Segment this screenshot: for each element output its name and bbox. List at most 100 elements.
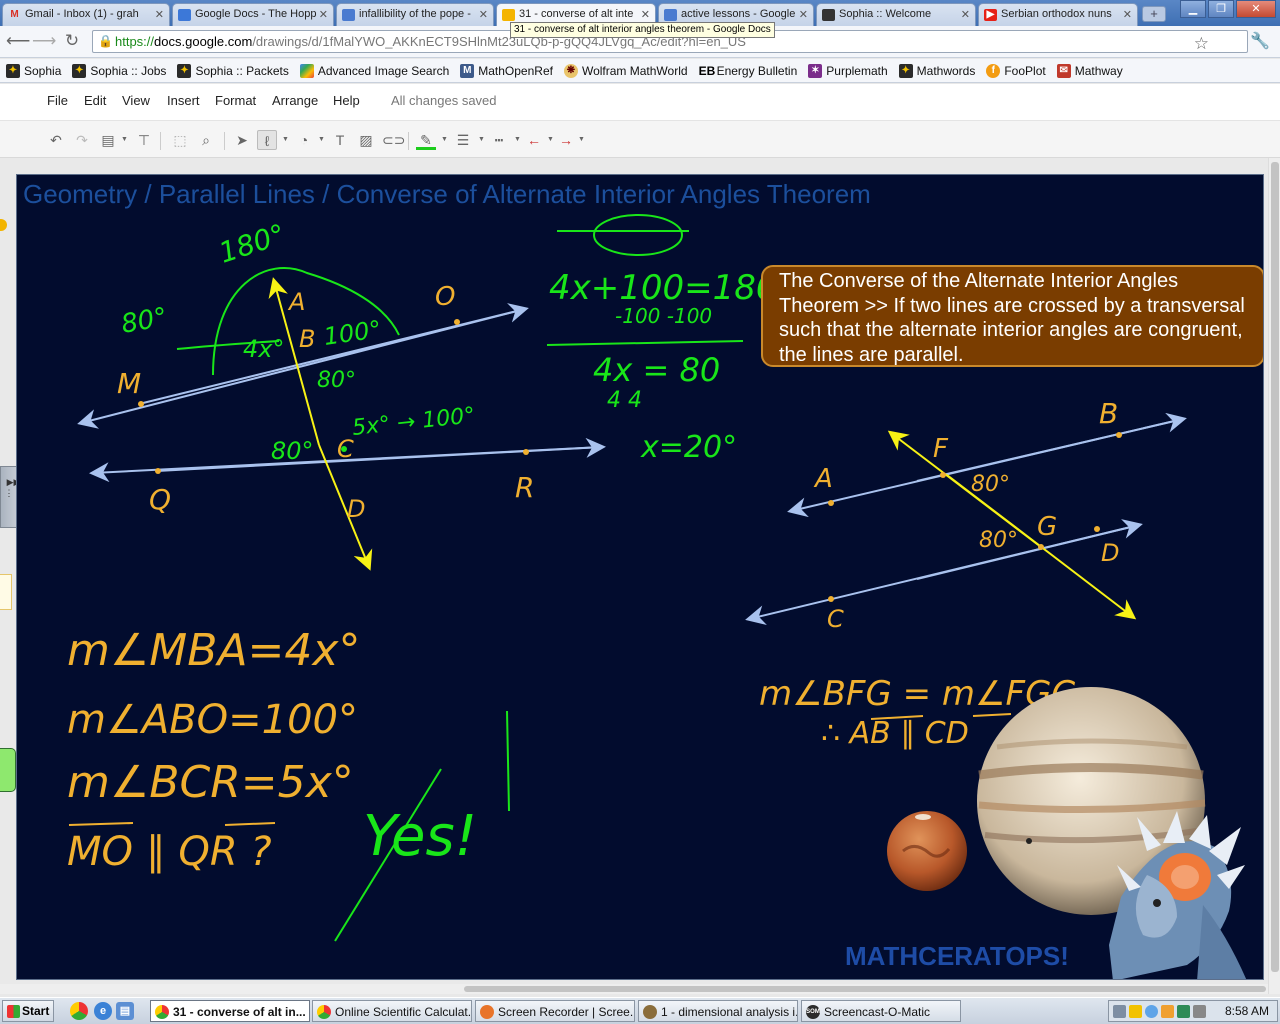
line-weight-icon[interactable]: ☰ bbox=[453, 130, 473, 150]
mathwords-icon: ✦ bbox=[898, 63, 913, 78]
lock-icon: 🔒 bbox=[98, 34, 113, 48]
tray-notes-icon[interactable] bbox=[1129, 1005, 1142, 1018]
undo-icon[interactable]: ↶ bbox=[46, 130, 66, 150]
minimize-icon[interactable]: ▁ bbox=[1180, 0, 1206, 18]
point-d-dot bbox=[1094, 526, 1100, 532]
offscreen-shape[interactable] bbox=[0, 574, 12, 610]
menu-help[interactable]: Help bbox=[333, 93, 360, 108]
taskbar-item-calculator[interactable]: Online Scientific Calculat... bbox=[312, 1000, 472, 1022]
ie-quicklaunch-icon[interactable]: e bbox=[94, 1002, 112, 1020]
tab-close-icon[interactable]: ✕ bbox=[799, 8, 808, 21]
shape-dropdown-icon[interactable]: ▼ bbox=[318, 136, 325, 143]
close-window-icon[interactable]: ✕ bbox=[1236, 0, 1276, 18]
line-start-dropdown-icon[interactable]: ▼ bbox=[547, 136, 554, 143]
google-icon bbox=[299, 63, 314, 78]
taskbar-item-screencast[interactable]: SOM Screencast-O-Matic bbox=[801, 1000, 961, 1022]
back-icon[interactable]: ⟵ bbox=[6, 31, 30, 51]
zoom-fit-icon[interactable]: ⬚ bbox=[170, 130, 190, 150]
tray-network-icon[interactable] bbox=[1113, 1005, 1126, 1018]
select-icon[interactable]: ➤ bbox=[232, 130, 252, 150]
label-point-m: M bbox=[117, 367, 141, 400]
textbox-icon[interactable]: T bbox=[330, 130, 350, 150]
drawing-slide[interactable]: Geometry / Parallel Lines / Converse of … bbox=[16, 174, 1264, 980]
paste-dropdown-icon[interactable]: ▼ bbox=[121, 136, 128, 143]
menu-arrange[interactable]: Arrange bbox=[272, 93, 318, 108]
label-4x: 4x° bbox=[243, 335, 284, 363]
bookmark-purplemath[interactable]: ✶ Purplemath bbox=[808, 63, 888, 78]
link-icon[interactable]: ⊂⊃ bbox=[382, 130, 405, 150]
line-dash-icon[interactable]: ┅ bbox=[489, 130, 509, 150]
theorem-callout[interactable]: The Converse of the Alternate Interior A… bbox=[761, 265, 1263, 367]
offscreen-shape[interactable] bbox=[0, 748, 16, 792]
line-color-dropdown-icon[interactable]: ▼ bbox=[441, 136, 448, 143]
bookmark-energy-bulletin[interactable]: EB Energy Bulletin bbox=[699, 64, 798, 78]
bookmark-advanced-image-search[interactable]: Advanced Image Search bbox=[299, 63, 449, 78]
tab-close-icon[interactable]: ✕ bbox=[319, 8, 328, 21]
scroll-thumb[interactable] bbox=[464, 986, 1266, 992]
shape-icon[interactable]: ◔ bbox=[294, 130, 314, 150]
tab-infallibility[interactable]: infallibility of the pope - ✕ bbox=[336, 3, 494, 26]
forward-icon[interactable]: ⟶ bbox=[32, 31, 56, 51]
bookmarks-bar: ✦ Sophia ✦ Sophia :: Jobs ✦ Sophia :: Packe… bbox=[0, 59, 1280, 83]
horizontal-scrollbar[interactable] bbox=[0, 984, 1268, 994]
tab-close-icon[interactable]: ✕ bbox=[641, 8, 650, 21]
line-dash-dropdown-icon[interactable]: ▼ bbox=[514, 136, 521, 143]
bookmark-wolfram-mathworld[interactable]: ❋ Wolfram MathWorld bbox=[563, 63, 688, 78]
reload-icon[interactable]: ↻ bbox=[62, 31, 82, 51]
tab-label: Serbian orthodox nuns bbox=[1001, 8, 1112, 20]
tray-security-icon[interactable] bbox=[1161, 1005, 1174, 1018]
bookmark-sophia-jobs[interactable]: ✦ Sophia :: Jobs bbox=[72, 63, 166, 78]
bookmark-mathopenref[interactable]: M MathOpenRef bbox=[460, 63, 553, 78]
tab-gmail[interactable]: M Gmail - Inbox (1) - grah ✕ bbox=[2, 3, 170, 26]
bookmark-mathwords[interactable]: ✦ Mathwords bbox=[898, 63, 975, 78]
tray-status-icon[interactable] bbox=[1145, 1005, 1158, 1018]
image-icon[interactable]: ▨ bbox=[356, 130, 376, 150]
purplemath-icon: ✶ bbox=[808, 63, 823, 78]
tab-close-icon[interactable]: ✕ bbox=[155, 8, 164, 21]
zoom-icon[interactable]: ⌕ bbox=[196, 130, 216, 150]
menu-insert[interactable]: Insert bbox=[167, 93, 200, 108]
line-weight-dropdown-icon[interactable]: ▼ bbox=[478, 136, 485, 143]
bookmark-sophia[interactable]: ✦ Sophia bbox=[6, 63, 61, 78]
scroll-thumb[interactable] bbox=[1271, 162, 1279, 972]
label-r-b: B bbox=[1099, 397, 1118, 430]
taskbar-item-screen-recorder[interactable]: Screen Recorder | Scree... bbox=[475, 1000, 635, 1022]
tab-serbian-nuns[interactable]: ▶ Serbian orthodox nuns ✕ bbox=[978, 3, 1138, 26]
paste-icon[interactable]: ▤ bbox=[98, 130, 118, 150]
line-end-dropdown-icon[interactable]: ▼ bbox=[578, 136, 585, 143]
desktop-quicklaunch-icon[interactable]: ▤ bbox=[116, 1002, 134, 1020]
tab-close-icon[interactable]: ✕ bbox=[961, 8, 970, 21]
tab-close-icon[interactable]: ✕ bbox=[1123, 8, 1132, 21]
restore-icon[interactable]: ❐ bbox=[1208, 0, 1234, 18]
bookmark-mathway[interactable]: ✉ Mathway bbox=[1056, 63, 1123, 78]
line-icon[interactable]: ℓ bbox=[257, 130, 277, 150]
tab-sophia-welcome[interactable]: Sophia :: Welcome ✕ bbox=[816, 3, 976, 26]
menu-file[interactable]: File bbox=[47, 93, 68, 108]
paint-format-icon[interactable]: ⊤ bbox=[134, 130, 154, 150]
tab-google-docs[interactable]: Google Docs - The Hopp ✕ bbox=[172, 3, 334, 26]
bookmark-sophia-packets[interactable]: ✦ Sophia :: Packets bbox=[177, 63, 289, 78]
start-button[interactable]: Start bbox=[2, 1000, 54, 1022]
menu-edit[interactable]: Edit bbox=[84, 93, 106, 108]
bookmark-fooplot[interactable]: f FooPlot bbox=[986, 63, 1046, 78]
taskbar-item-converse[interactable]: 31 - converse of alt in... bbox=[150, 1000, 310, 1022]
wrench-icon[interactable]: 🔧 bbox=[1250, 31, 1270, 51]
chrome-quicklaunch-icon[interactable] bbox=[70, 1002, 88, 1020]
taskbar: Start e ▤ 31 - converse of alt in... Onl… bbox=[0, 997, 1280, 1024]
taskbar-item-dimensional-analysis[interactable]: 1 - dimensional analysis i... bbox=[638, 1000, 798, 1022]
vertical-scrollbar[interactable] bbox=[1268, 158, 1280, 994]
redo-icon[interactable]: ↷ bbox=[72, 130, 92, 150]
bookmark-star-icon[interactable]: ☆ bbox=[1194, 34, 1209, 52]
tray-volume-icon[interactable] bbox=[1193, 1005, 1206, 1018]
new-tab-button[interactable]: + bbox=[1142, 6, 1166, 22]
line-start-icon[interactable]: ← bbox=[524, 130, 544, 150]
line-color-icon[interactable]: ✎ bbox=[416, 130, 436, 150]
tab-close-icon[interactable]: ✕ bbox=[479, 8, 488, 21]
menu-view[interactable]: View bbox=[122, 93, 150, 108]
tray-update-icon[interactable] bbox=[1177, 1005, 1190, 1018]
menu-format[interactable]: Format bbox=[215, 93, 256, 108]
line-dropdown-icon[interactable]: ▼ bbox=[282, 136, 289, 143]
line-end-icon[interactable]: → bbox=[556, 130, 576, 150]
sophia-icon bbox=[822, 9, 835, 21]
label-r-80b: 80° bbox=[979, 528, 1018, 553]
